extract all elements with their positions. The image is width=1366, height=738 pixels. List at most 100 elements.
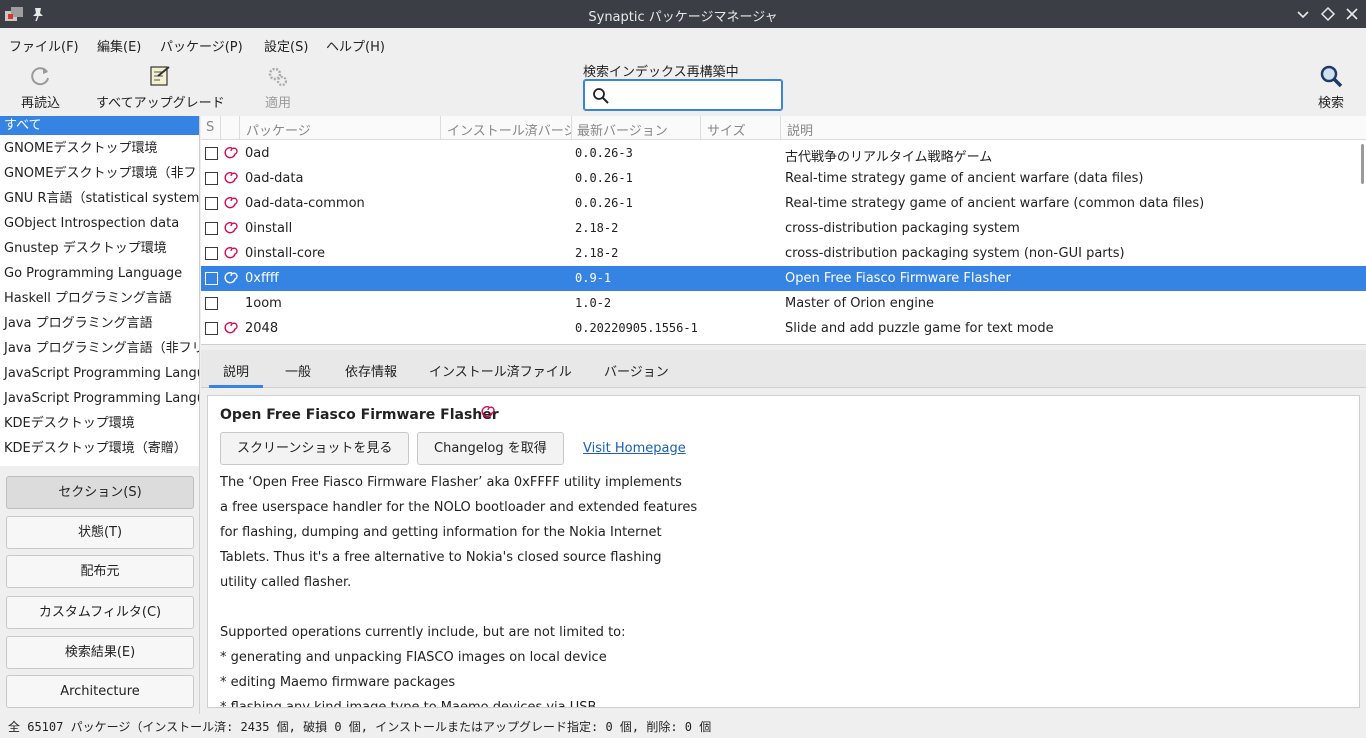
tab-general[interactable]: 一般 (285, 361, 311, 380)
status-filter-button[interactable]: 状態(T) (6, 516, 194, 549)
section-item[interactable]: Haskell プログラミング言語 (0, 289, 199, 314)
apply-button[interactable]: 適用 (265, 64, 291, 111)
package-checkbox[interactable] (205, 197, 218, 210)
section-item[interactable]: Gnustep デスクトップ環境 (0, 239, 199, 264)
reload-button[interactable]: 再読込 (21, 64, 60, 111)
search-button[interactable]: 検索 (1318, 64, 1344, 111)
tab-versions[interactable]: バージョン (604, 361, 669, 380)
description-line: Supported operations currently include, … (220, 625, 626, 640)
latest-version: 0.0.26-3 (575, 146, 633, 160)
section-item[interactable]: GObject Introspection data (0, 214, 199, 239)
package-row[interactable]: 0ad-data-common 0.0.26-1 Real-time strateg… (201, 191, 1366, 216)
description-line: * generating and unpacking FIASCO images… (220, 650, 607, 665)
section-item[interactable]: Go Programming Language (0, 264, 199, 289)
reload-icon (30, 67, 49, 86)
minimize-icon[interactable] (1294, 5, 1312, 23)
debian-swirl-icon (224, 271, 238, 285)
description-line: for flashing, dumping and getting inform… (220, 525, 662, 540)
package-checkbox[interactable] (205, 322, 218, 335)
description-line: utility called flasher. (220, 575, 352, 590)
tab-dependencies[interactable]: 依存情報 (345, 361, 397, 380)
section-item[interactable]: GNU R言語（statistical system） (0, 189, 199, 214)
package-name: 0ad-data-common (245, 196, 365, 211)
apply-gears-icon (268, 67, 288, 87)
package-table: S パッケージ インストール済バージョン 最新バージョン サイズ 説明 0ad 0… (201, 116, 1366, 345)
section-item[interactable]: Java プログラミング言語（非フリー） (0, 339, 199, 364)
active-tab-indicator (209, 385, 263, 388)
package-description: Master of Orion engine (785, 296, 935, 311)
section-item[interactable]: JavaScript Programming Language (0, 389, 199, 414)
get-changelog-button[interactable]: Changelog を取得 (417, 432, 564, 465)
package-name: 1oom (245, 296, 282, 311)
package-description: cross-distribution packaging system (785, 221, 1020, 236)
package-checkbox[interactable] (205, 147, 218, 160)
filter-buttons: セクション(S) 状態(T) 配布元 カスタムフィルタ(C) 検索結果(E) A… (0, 466, 200, 714)
package-list-scrollbar[interactable] (1361, 144, 1364, 184)
package-description: Open Free Fiasco Firmware Flasher (785, 271, 1011, 286)
description-line: * editing Maemo firmware packages (220, 675, 456, 690)
title-bar: Synaptic パッケージマネージャ (0, 0, 1366, 28)
package-row[interactable]: 0xffff 0.9-1 Open Free Fiasco Firmware Fla… (201, 266, 1366, 291)
package-description: Real-time strategy game of ancient warfa… (785, 196, 1205, 211)
debian-swirl-icon (224, 146, 238, 160)
package-name: 2048 (245, 321, 279, 336)
package-row[interactable]: 0install-core 2.18-2 cross-distribution pa… (201, 241, 1366, 266)
package-checkbox[interactable] (205, 272, 218, 285)
tab-description[interactable]: 説明 (223, 361, 249, 380)
search-icon (593, 88, 609, 104)
column-latest-version[interactable]: 最新バージョン (577, 120, 668, 139)
quick-filter-box[interactable] (583, 79, 783, 111)
architecture-filter-button[interactable]: Architecture (6, 675, 194, 708)
column-installed-version[interactable]: インストール済バージョン (447, 120, 571, 139)
package-checkbox[interactable] (205, 172, 218, 185)
column-status[interactable]: S (206, 120, 214, 135)
close-icon[interactable] (1343, 5, 1361, 23)
package-row[interactable]: 0install 2.18-2 cross-distribution packagi… (201, 216, 1366, 241)
menu-file[interactable]: ファイル(F) (9, 36, 79, 55)
search-input[interactable] (612, 86, 772, 106)
package-checkbox[interactable] (205, 222, 218, 235)
package-row[interactable]: 0ad 0.0.26-3 古代戦争のリアルタイム戦略ゲーム (201, 141, 1366, 166)
sections-filter-button[interactable]: セクション(S) (6, 476, 194, 509)
package-summary-title: Open Free Fiasco Firmware Flasher (220, 407, 499, 423)
package-row[interactable]: 1oom 1.0-2 Master of Orion engine (201, 291, 1366, 316)
section-item[interactable]: KDEデスクトップ環境（寄贈） (0, 439, 199, 464)
menu-settings[interactable]: 設定(S) (264, 36, 308, 55)
menu-help[interactable]: ヘルプ(H) (326, 36, 385, 55)
section-item[interactable]: KDEデスクトップ環境 (0, 414, 199, 439)
custom-filter-button[interactable]: カスタムフィルタ(C) (6, 596, 194, 629)
menu-package[interactable]: パッケージ(P) (160, 36, 243, 55)
package-checkbox[interactable] (205, 247, 218, 260)
section-item[interactable]: すべて (0, 116, 199, 135)
latest-version: 2.18-2 (575, 221, 619, 235)
toolbar: 再読込 すべてアップグレード 適用 検索インデックス再構築中 検索 (0, 58, 1366, 116)
column-size[interactable]: サイズ (707, 120, 746, 139)
package-name: 0ad (245, 146, 270, 161)
section-item[interactable]: JavaScript Programming Language (0, 364, 199, 389)
debian-swirl-icon (481, 405, 495, 418)
column-package[interactable]: パッケージ (246, 120, 311, 139)
package-checkbox[interactable] (205, 297, 218, 310)
package-table-header: S パッケージ インストール済バージョン 最新バージョン サイズ 説明 (201, 116, 1366, 140)
package-row[interactable]: 2048 0.20220905.1556-1 Slide and add puzzl… (201, 316, 1366, 341)
latest-version: 0.0.26-1 (575, 171, 633, 185)
section-item[interactable]: GNOMEデスクトップ環境（非フリー） (0, 164, 199, 189)
window-title: Synaptic パッケージマネージャ (588, 10, 778, 25)
latest-version: 1.0-2 (575, 296, 612, 310)
search-results-filter-button[interactable]: 検索結果(E) (6, 636, 194, 669)
view-screenshot-button[interactable]: スクリーンショットを見る (220, 432, 410, 465)
package-name: 0install (245, 221, 293, 236)
column-description[interactable]: 説明 (787, 120, 813, 139)
menu-bar: ファイル(F) 編集(E) パッケージ(P) 設定(S) ヘルプ(H) (0, 28, 1366, 58)
maximize-icon[interactable] (1319, 5, 1337, 23)
section-list[interactable]: すべて GNOMEデスクトップ環境GNOMEデスクトップ環境（非フリー）GNU R… (0, 116, 200, 466)
debian-swirl-icon (224, 196, 238, 210)
menu-edit[interactable]: 編集(E) (97, 36, 141, 55)
upgrade-all-button[interactable]: すべてアップグレード (96, 64, 225, 111)
visit-homepage-link[interactable]: Visit Homepage (583, 441, 686, 456)
section-item[interactable]: GNOMEデスクトップ環境 (0, 139, 199, 164)
package-row[interactable]: 0ad-data 0.0.26-1 Real-time strategy game … (201, 166, 1366, 191)
tab-installed-files[interactable]: インストール済ファイル (429, 361, 572, 380)
section-item[interactable]: Java プログラミング言語 (0, 314, 199, 339)
origin-filter-button[interactable]: 配布元 (6, 555, 194, 588)
